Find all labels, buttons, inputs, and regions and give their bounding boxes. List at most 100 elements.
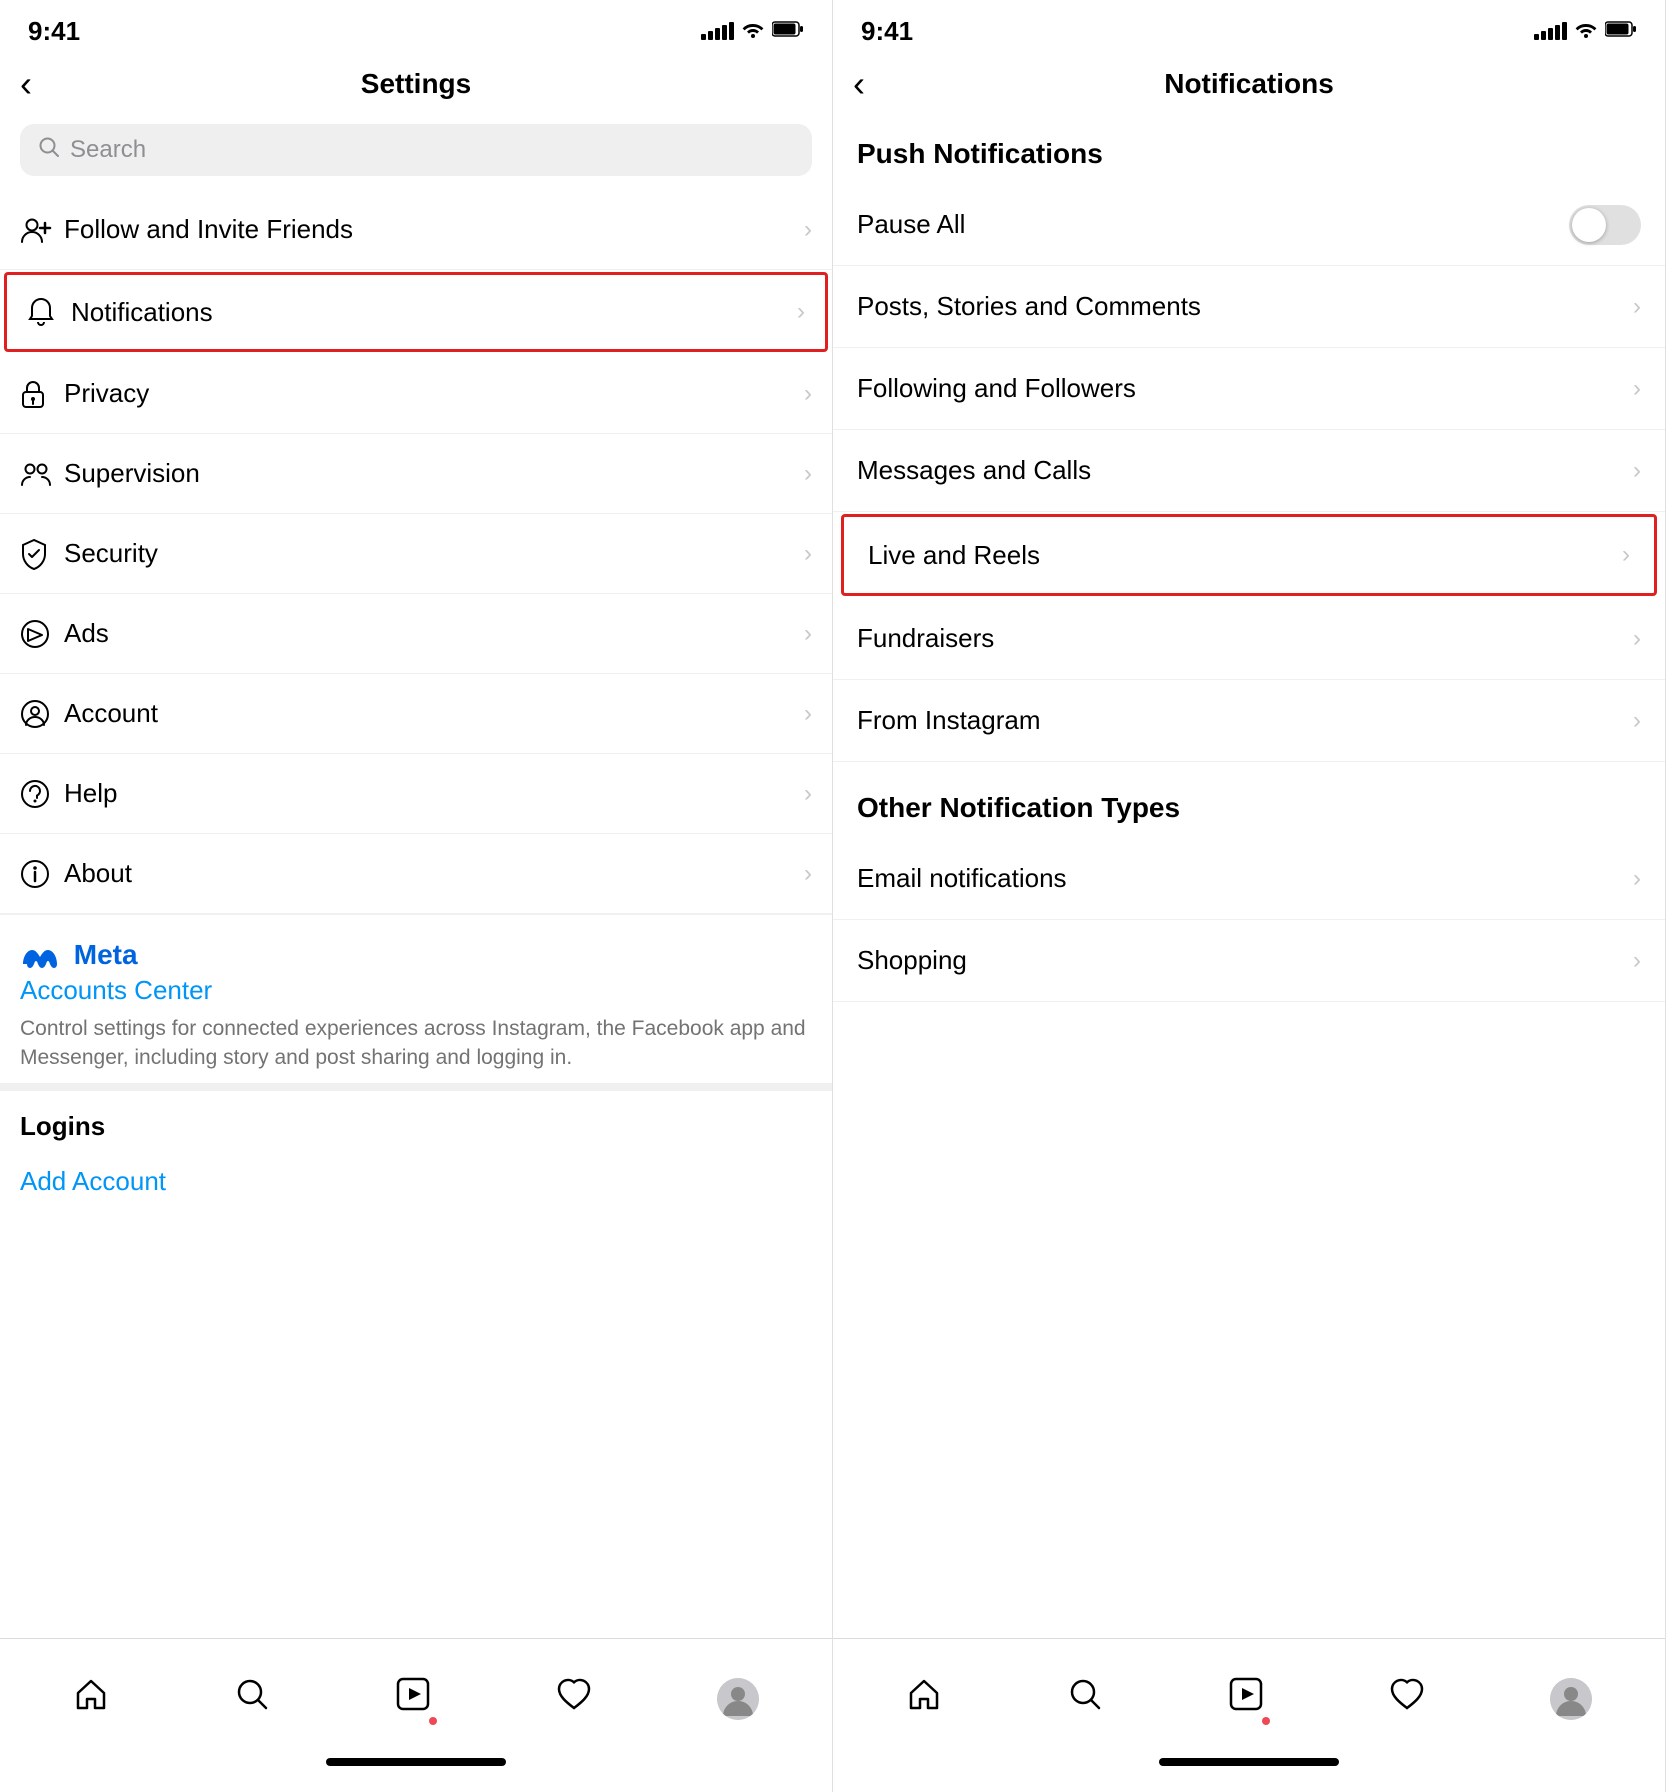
settings-item-supervision[interactable]: Supervision › (0, 434, 832, 514)
signal-icon-right (1534, 22, 1567, 40)
meta-symbol: Meta (20, 939, 138, 970)
follow-chevron: › (804, 216, 812, 244)
supervision-label: Supervision (64, 458, 804, 489)
help-label: Help (64, 778, 804, 809)
notifications-title: Notifications (1164, 68, 1334, 100)
messages-chevron: › (1633, 457, 1641, 485)
account-chevron: › (804, 700, 812, 728)
settings-panel: 9:41 (0, 0, 833, 1792)
tab-reels-right[interactable] (1208, 1666, 1284, 1731)
settings-item-follow[interactable]: Follow and Invite Friends › (0, 190, 832, 270)
privacy-chevron: › (804, 380, 812, 408)
settings-item-about[interactable]: About › (0, 834, 832, 914)
search-bar[interactable]: Search (20, 124, 812, 176)
settings-title: Settings (361, 68, 471, 100)
from-instagram-chevron: › (1633, 707, 1641, 735)
notif-item-shopping[interactable]: Shopping › (833, 920, 1665, 1002)
privacy-label: Privacy (64, 378, 804, 409)
battery-icon-right (1605, 20, 1637, 43)
tab-bar-right (833, 1638, 1665, 1758)
profile-avatar-right (1550, 1678, 1592, 1720)
follow-label: Follow and Invite Friends (64, 214, 804, 245)
live-reels-chevron: › (1622, 541, 1630, 569)
account-icon (20, 699, 64, 729)
tab-activity-right[interactable] (1369, 1666, 1445, 1731)
tab-reels-left[interactable] (375, 1666, 451, 1731)
notifications-nav-bar: ‹ Notifications (833, 54, 1665, 114)
reels-icon-right (1228, 1676, 1264, 1721)
help-chevron: › (804, 780, 812, 808)
notifications-label: Notifications (71, 297, 797, 328)
help-icon (20, 779, 64, 809)
tab-search-right[interactable] (1047, 1666, 1123, 1731)
tab-profile-right[interactable] (1530, 1668, 1612, 1730)
messages-label: Messages and Calls (857, 455, 1633, 486)
tab-search-left[interactable] (214, 1666, 290, 1731)
settings-item-account[interactable]: Account › (0, 674, 832, 754)
follow-icon (20, 216, 64, 244)
settings-item-security[interactable]: Security › (0, 514, 832, 594)
notif-item-live-reels[interactable]: Live and Reels › (841, 514, 1657, 596)
tab-activity-left[interactable] (536, 1666, 612, 1731)
search-icon (38, 136, 60, 164)
supervision-chevron: › (804, 460, 812, 488)
battery-icon (772, 20, 804, 43)
reels-dot-right (1262, 1717, 1270, 1725)
notif-item-messages[interactable]: Messages and Calls › (833, 430, 1665, 512)
status-icons-left (701, 20, 804, 43)
tab-home-left[interactable] (53, 1666, 129, 1731)
wifi-icon-right (1575, 20, 1597, 43)
security-chevron: › (804, 540, 812, 568)
notif-item-from-instagram[interactable]: From Instagram › (833, 680, 1665, 762)
privacy-icon (20, 379, 64, 409)
settings-item-notifications[interactable]: Notifications › (4, 272, 828, 352)
meta-logo: Meta (20, 939, 812, 971)
security-label: Security (64, 538, 804, 569)
back-button-notifications[interactable]: ‹ (853, 66, 865, 102)
back-button-settings[interactable]: ‹ (20, 66, 32, 102)
accounts-center-link[interactable]: Accounts Center (20, 975, 812, 1006)
wifi-icon (742, 20, 764, 43)
about-chevron: › (804, 860, 812, 888)
settings-item-ads[interactable]: Ads › (0, 594, 832, 674)
posts-label: Posts, Stories and Comments (857, 291, 1633, 322)
logins-title: Logins (20, 1111, 812, 1142)
status-time-left: 9:41 (28, 16, 80, 47)
email-chevron: › (1633, 865, 1641, 893)
fundraisers-label: Fundraisers (857, 623, 1633, 654)
push-notifications-header: Push Notifications (833, 114, 1665, 184)
notif-item-email[interactable]: Email notifications › (833, 838, 1665, 920)
signal-icon (701, 22, 734, 40)
meta-section: Meta Accounts Center Control settings fo… (0, 914, 832, 1083)
fundraisers-chevron: › (1633, 625, 1641, 653)
shopping-chevron: › (1633, 947, 1641, 975)
posts-chevron: › (1633, 293, 1641, 321)
notif-item-fundraisers[interactable]: Fundraisers › (833, 598, 1665, 680)
following-label: Following and Followers (857, 373, 1633, 404)
settings-item-privacy[interactable]: Privacy › (0, 354, 832, 434)
from-instagram-label: From Instagram (857, 705, 1633, 736)
pause-all-toggle[interactable] (1569, 205, 1641, 245)
toggle-knob (1572, 208, 1606, 242)
notifications-panel: 9:41 (833, 0, 1666, 1792)
pause-all-row: Pause All (833, 184, 1665, 266)
notif-item-posts[interactable]: Posts, Stories and Comments › (833, 266, 1665, 348)
notifications-icon (27, 297, 71, 327)
add-account-link[interactable]: Add Account (20, 1156, 812, 1207)
notifications-chevron: › (797, 298, 805, 326)
settings-item-help[interactable]: Help › (0, 754, 832, 834)
tab-home-right[interactable] (886, 1666, 962, 1731)
search-placeholder: Search (70, 136, 146, 164)
ads-icon (20, 619, 64, 649)
status-bar-left: 9:41 (0, 0, 832, 54)
tab-profile-left[interactable] (697, 1668, 779, 1730)
search-tab-icon-left (234, 1676, 270, 1721)
reels-dot-left (429, 1717, 437, 1725)
meta-description: Control settings for connected experienc… (20, 1014, 812, 1073)
settings-nav-bar: ‹ Settings (0, 54, 832, 114)
status-time-right: 9:41 (861, 16, 913, 47)
notif-item-following[interactable]: Following and Followers › (833, 348, 1665, 430)
live-reels-label: Live and Reels (868, 540, 1622, 571)
reels-icon-left (395, 1676, 431, 1721)
status-bar-right: 9:41 (833, 0, 1665, 54)
